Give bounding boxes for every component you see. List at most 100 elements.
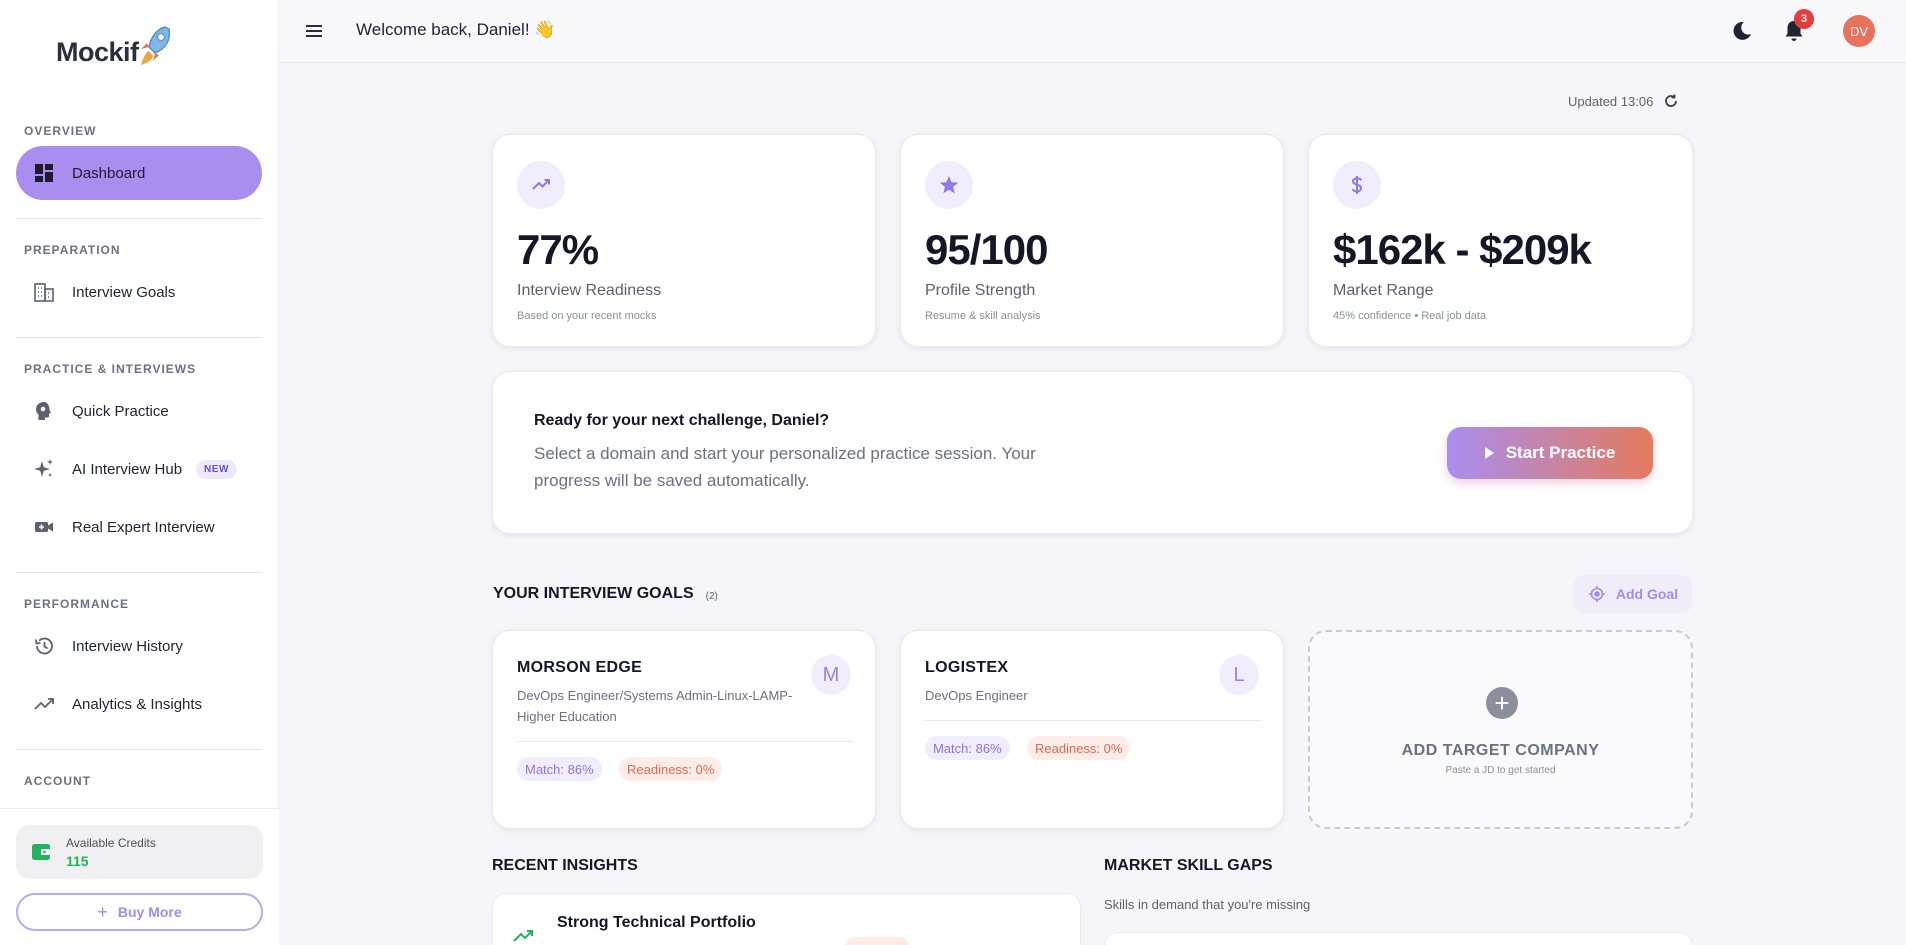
sidebar-nav: OVERVIEW Dashboard PREPARATION Interview… [16,112,262,808]
stat-value: 77% [517,226,599,273]
market-skill-gaps-title: MARKET SKILL GAPS [1104,857,1273,874]
sidebar-item-ai-interview-hub[interactable]: AI Interview Hub NEW [16,442,262,496]
recent-insights-title: RECENT INSIGHTS [492,857,638,874]
goal-card[interactable]: LOGISTEX DevOps Engineer L Match: 86% Re… [900,630,1284,829]
stat-card-profile: 95/100 Profile Strength Resume & skill a… [900,134,1284,347]
credits-label: Available Credits [66,835,156,850]
dashboard-icon [32,161,56,185]
insight-tag [845,937,909,945]
plus-icon: + [97,901,108,922]
company-avatar: M [811,655,851,695]
target-icon [1588,585,1606,603]
rocket-icon [140,26,170,65]
add-company-subtitle: Paste a JD to get started [1445,765,1556,776]
trending-up-icon [517,161,565,209]
goal-company: LOGISTEX [925,659,1009,676]
logo[interactable]: Mockif [56,26,173,76]
stat-sub: 45% confidence • Real job data [1333,310,1487,322]
trending-up-icon [511,924,535,945]
match-pill: Match: 86% [925,736,1010,760]
section-title-preparation: PREPARATION [24,243,121,257]
sidebar-item-real-expert-interview[interactable]: Real Expert Interview [16,500,262,554]
logo-text: Mockif [56,36,139,67]
skill-gap-card[interactable] [1104,932,1693,945]
section-title-performance: PERFORMANCE [24,597,130,611]
stat-label: Interview Readiness [517,282,662,299]
sidebar-footer: Available Credits 115 + Buy More [0,808,279,945]
top-header: Welcome back, Daniel! 👋 3 DV [280,0,1906,63]
star-icon [925,161,973,209]
divider [16,218,262,219]
sidebar-item-analytics[interactable]: Analytics & Insights [16,677,262,731]
sidebar-item-interview-history[interactable]: Interview History [16,619,262,673]
readiness-pill: Readiness: 0% [619,757,723,781]
updated-timestamp: Updated 13:06 [1568,93,1679,109]
stat-sub: Resume & skill analysis [925,310,1041,322]
divider [16,337,262,338]
sidebar-item-label: Dashboard [72,164,146,182]
skill-gaps-subtitle: Skills in demand that you're missing [1104,897,1311,912]
new-badge: NEW [196,459,237,479]
match-pill: Match: 86% [517,757,602,781]
refresh-icon[interactable] [1663,93,1679,109]
trend-icon [32,692,56,716]
credits-value: 115 [66,852,89,869]
history-icon [32,634,56,658]
goals-title-text: YOUR INTERVIEW GOALS [493,585,694,602]
sidebar-item-label: Quick Practice [72,402,169,420]
section-title-practice: PRACTICE & INTERVIEWS [24,362,197,376]
sidebar-item-label: Analytics & Insights [72,695,203,713]
sidebar-item-label: Interview Goals [72,283,176,301]
add-target-company-card[interactable]: + ADD TARGET COMPANY Paste a JD to get s… [1308,630,1693,829]
add-goal-label: Add Goal [1615,586,1679,602]
dollar-icon [1333,161,1381,209]
add-goal-button[interactable]: Add Goal [1574,575,1692,613]
buy-more-button[interactable]: + Buy More [16,893,263,931]
avatar[interactable]: DV [1843,15,1875,47]
goal-company: MORSON EDGE [517,659,643,676]
wallet-icon [30,841,52,863]
sparkle-icon [32,457,56,481]
challenge-title: Ready for your next challenge, Daniel? [534,412,830,429]
sidebar-item-quick-practice[interactable]: Quick Practice [16,384,262,438]
goal-role: DevOps Engineer [925,688,1028,703]
sidebar-item-interview-goals[interactable]: Interview Goals [16,265,262,319]
building-icon [32,280,56,304]
plus-circle-icon: + [1486,687,1518,719]
stat-sub: Based on your recent mocks [517,310,657,322]
sidebar-item-label: Interview History [72,637,183,655]
section-title-overview: OVERVIEW [24,124,97,138]
welcome-message: Welcome back, Daniel! 👋 [356,20,556,39]
goals-section-title: YOUR INTERVIEW GOALS (2) [493,585,718,603]
moon-icon[interactable] [1730,19,1754,43]
sidebar-item-label: Real Expert Interview [72,518,215,536]
brain-head-icon [32,399,56,423]
start-practice-button[interactable]: Start Practice [1447,427,1653,479]
divider [517,741,853,742]
sidebar-item-dashboard[interactable]: Dashboard [16,146,262,200]
divider [16,572,262,573]
challenge-description: Select a domain and start your personali… [534,444,1036,490]
start-practice-label: Start Practice [1505,443,1616,462]
divider [925,720,1261,721]
challenge-banner: Ready for your next challenge, Daniel? S… [492,371,1693,534]
stat-card-market: $162k - $209k Market Range 45% confidenc… [1308,134,1693,347]
buy-more-label: Buy More [117,904,182,920]
stat-label: Profile Strength [925,282,1036,299]
goals-count: (2) [705,590,718,602]
goal-card[interactable]: MORSON EDGE DevOps Engineer/Systems Admi… [492,630,876,829]
insight-card[interactable]: Strong Technical Portfolio [492,893,1081,945]
section-title-account: ACCOUNT [24,774,91,788]
stat-value: 95/100 [925,226,1048,273]
menu-icon[interactable] [302,19,326,43]
readiness-pill: Readiness: 0% [1027,736,1131,760]
goal-role: DevOps Engineer/Systems Admin-Linux-LAMP… [517,688,793,724]
sidebar: Mockif OVERVIEW Dashboard PREPARATION In… [0,0,279,945]
stat-value: $162k - $209k [1333,226,1592,273]
credits-card: Available Credits 115 [16,825,263,879]
video-call-icon [32,515,56,539]
stat-card-readiness: 77% Interview Readiness Based on your re… [492,134,876,347]
play-icon [1484,447,1494,459]
stat-label: Market Range [1333,282,1434,299]
insight-title: Strong Technical Portfolio [557,914,756,931]
